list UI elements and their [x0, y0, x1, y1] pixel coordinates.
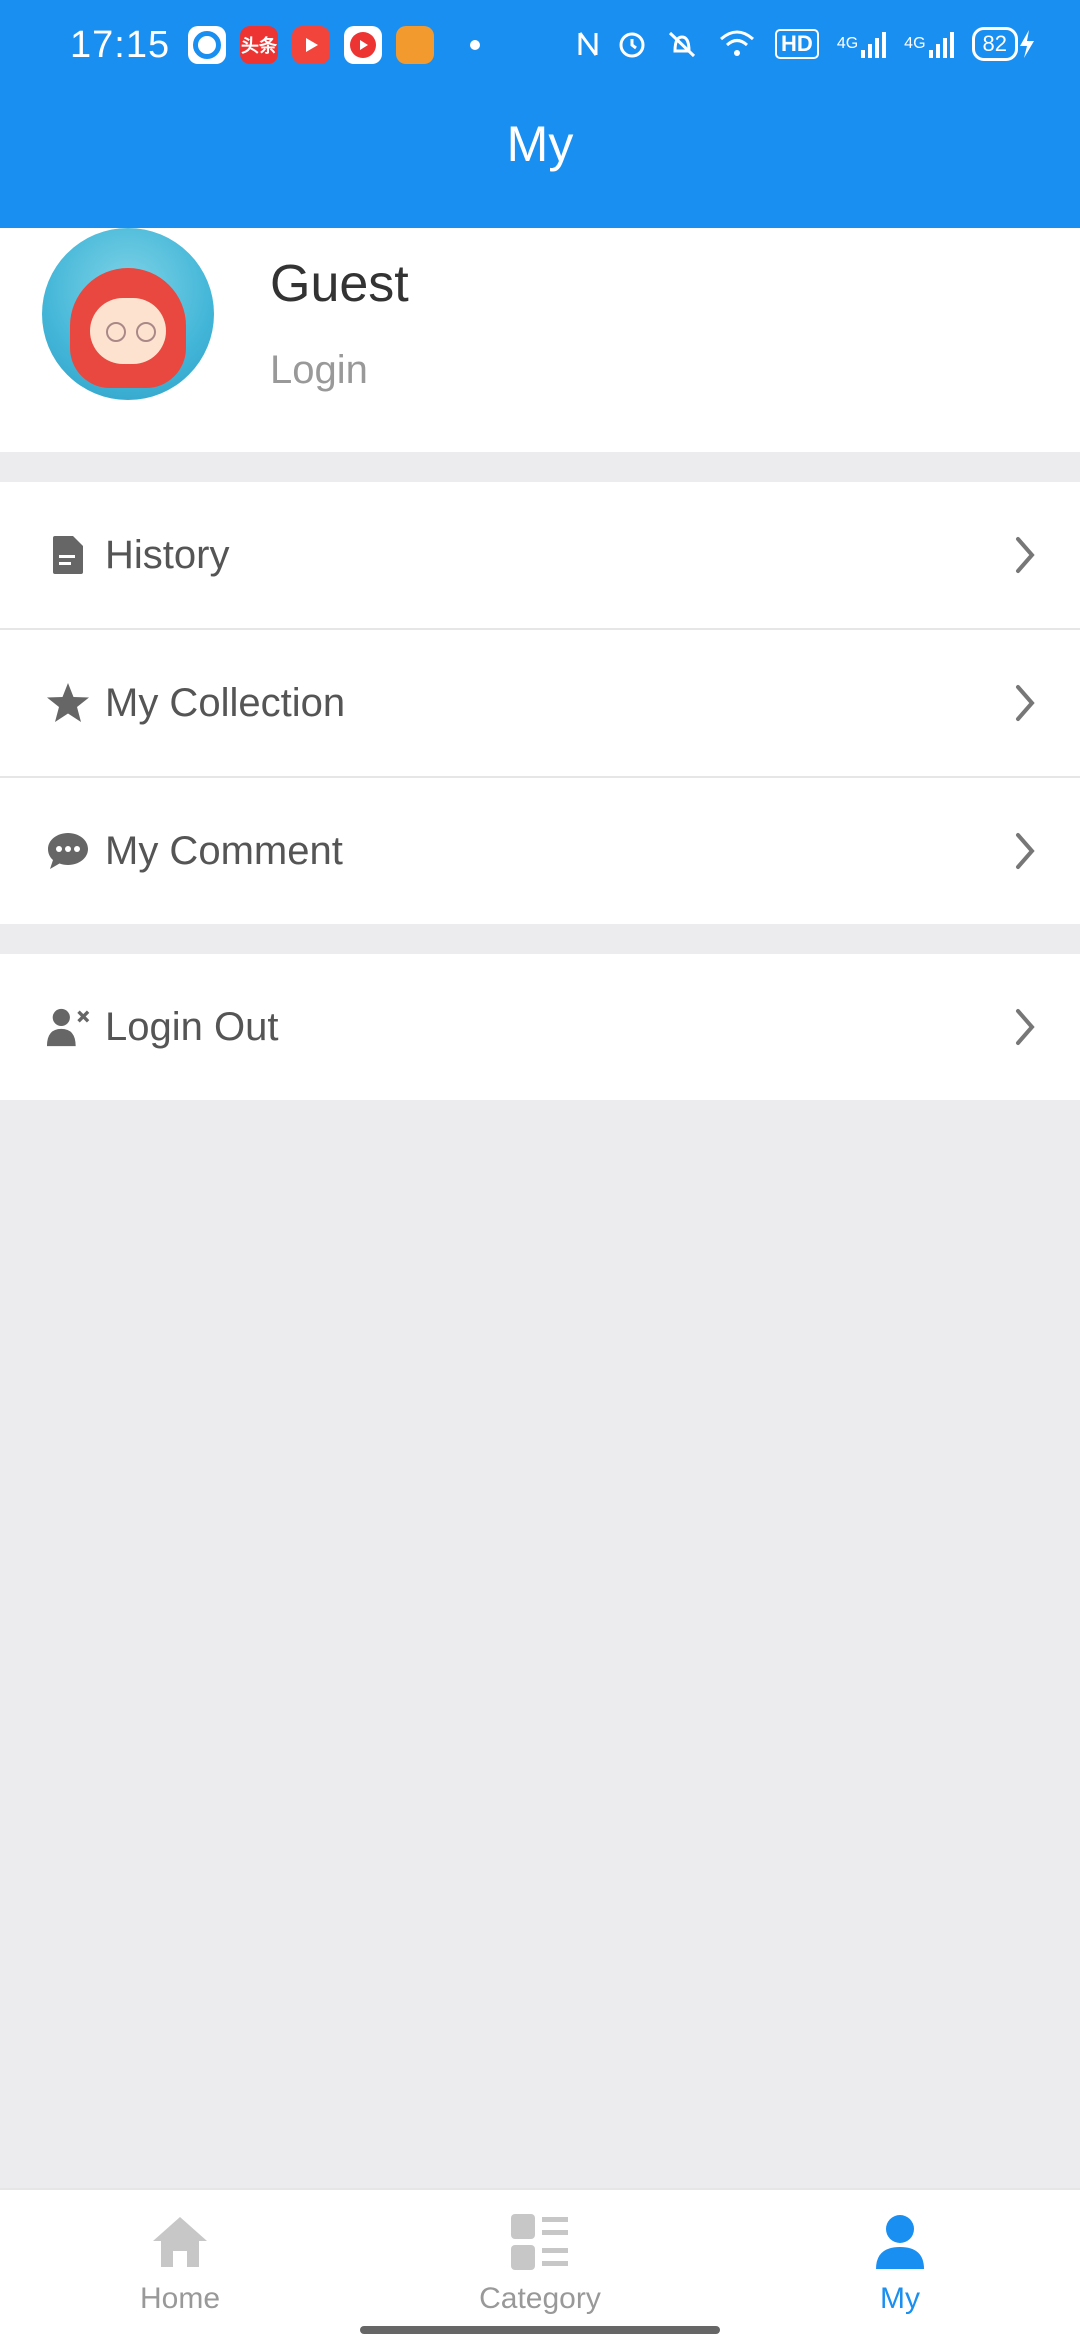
chevron-right-icon — [1016, 833, 1035, 869]
nfc-icon — [577, 26, 599, 62]
star-icon — [46, 681, 90, 725]
notification-icons: 头条 — [188, 26, 480, 64]
menu-group-account: Login Out — [0, 954, 1080, 1100]
menu-label: History — [105, 532, 230, 577]
menu-label: My Collection — [105, 680, 346, 725]
battery-icon: 82 — [971, 26, 1036, 62]
document-icon — [46, 533, 90, 577]
chevron-right-icon — [1016, 685, 1035, 721]
profile-card[interactable]: Guest Login — [0, 228, 1080, 452]
menu-item-history[interactable]: History — [0, 482, 1080, 630]
menu-label: My Comment — [105, 828, 343, 873]
signal-icon-2: 4G — [904, 26, 954, 62]
profile-name: Guest — [270, 255, 409, 313]
tab-label: Category — [479, 2282, 601, 2315]
app-notification-icon — [188, 26, 226, 64]
tab-label: My — [880, 2282, 920, 2315]
bottom-tab-bar: Home Category My — [0, 2188, 1080, 2340]
home-icon — [150, 2212, 210, 2272]
status-bar: 17:15 头条 HD 4G 4G 82 — [0, 0, 1080, 96]
menu-item-my-collection[interactable]: My Collection — [0, 630, 1080, 778]
chevron-right-icon — [1016, 1009, 1035, 1045]
chevron-right-icon — [1016, 537, 1035, 573]
play-app-icon — [344, 26, 382, 64]
app-bar: My — [0, 96, 1080, 228]
home-indicator — [360, 2326, 720, 2334]
battery-level: 82 — [971, 27, 1018, 61]
browser-app-icon — [396, 26, 434, 64]
status-time: 17:15 — [70, 24, 171, 66]
comment-icon — [46, 829, 90, 873]
wifi-icon — [717, 26, 757, 62]
avatar[interactable] — [42, 228, 214, 400]
tab-my[interactable]: My — [720, 2190, 1080, 2340]
signal-icon-1: 4G — [837, 26, 887, 62]
menu-item-my-comment[interactable]: My Comment — [0, 778, 1080, 924]
menu-item-login-out[interactable]: Login Out — [0, 954, 1080, 1100]
category-icon — [510, 2212, 570, 2272]
video-app-icon — [292, 26, 330, 64]
tab-home[interactable]: Home — [0, 2190, 360, 2340]
page-title: My — [506, 116, 574, 172]
user-remove-icon — [46, 1005, 90, 1049]
person-icon — [870, 2212, 930, 2272]
menu-label: Login Out — [105, 1004, 279, 1049]
login-link[interactable]: Login — [270, 348, 368, 393]
toutiao-app-icon: 头条 — [240, 26, 278, 64]
hd-icon: HD — [775, 26, 819, 62]
vibrate-mute-icon — [665, 26, 699, 62]
system-status-icons: HD 4G 4G 82 — [577, 26, 1036, 62]
menu-group: History My Collection My Comment — [0, 482, 1080, 924]
more-notifications-dot — [470, 40, 480, 50]
tab-category[interactable]: Category — [360, 2190, 720, 2340]
tab-label: Home — [139, 2282, 221, 2315]
alarm-icon — [617, 26, 647, 62]
